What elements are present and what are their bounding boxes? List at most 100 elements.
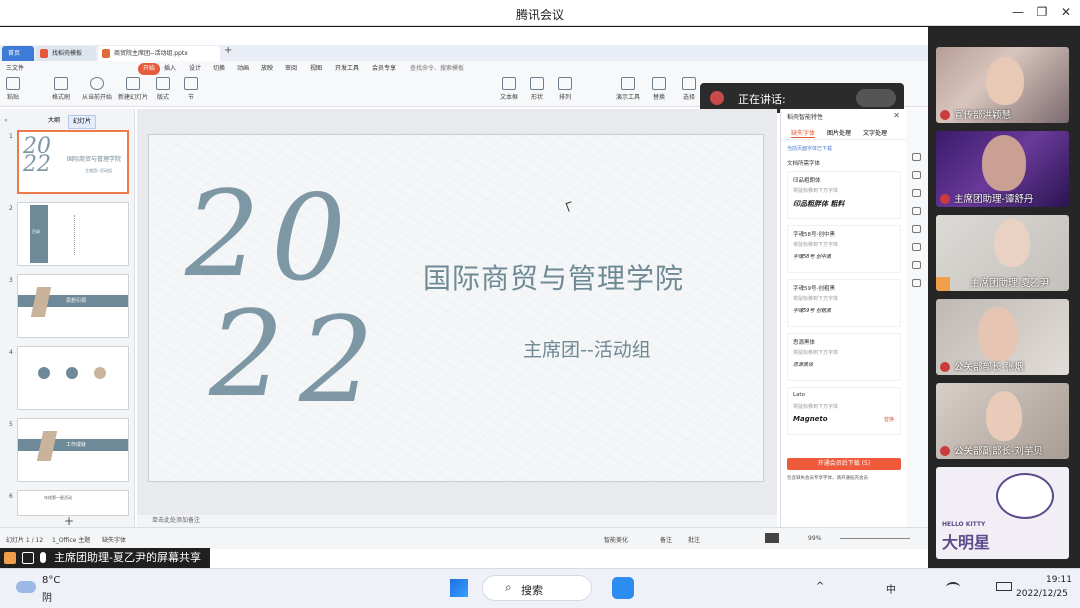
tab-text-processing[interactable]: 文字处理	[863, 128, 887, 137]
arrange-button[interactable]: 排列	[558, 77, 572, 101]
slide-thumb-1[interactable]: 20 22 国际商贸与管理学院 主席团--活动组	[17, 130, 129, 194]
missing-font-status[interactable]: 缺失字体	[102, 535, 126, 544]
font-card[interactable]: Lato 将鼠标移到下方字体 Magneto 替换	[787, 387, 901, 435]
search-command[interactable]: 查找命令、搜索模板	[410, 63, 464, 75]
wifi-icon[interactable]	[946, 582, 960, 592]
replace-font-link[interactable]: 替换	[884, 416, 894, 423]
textbox-button[interactable]: 文本框	[500, 77, 518, 101]
tool-icon[interactable]	[912, 189, 921, 197]
font-hint: 将鼠标移到下方字体	[793, 296, 839, 302]
new-slide-button[interactable]: 新建幻灯片	[118, 77, 148, 101]
menu-insert[interactable]: 插入	[164, 63, 176, 75]
tab-outline[interactable]: 大纲	[48, 115, 60, 127]
add-slide-icon[interactable]: +	[64, 514, 74, 528]
font-card[interactable]: 印品粗朗体 将鼠标移到下方字体 印品粗胖体 粗料	[787, 171, 901, 219]
tool-icon[interactable]	[912, 171, 921, 179]
taskbar-search[interactable]: ⌕ 搜索	[482, 575, 592, 601]
clock-time[interactable]: 19:11	[1046, 575, 1072, 585]
layout-button[interactable]: 版式	[156, 77, 170, 101]
slide-thumb-3[interactable]: 思想引领	[17, 274, 129, 338]
menu-review[interactable]: 审阅	[285, 63, 297, 75]
select-button[interactable]: 选择	[682, 77, 696, 101]
shape-button[interactable]: 形状	[530, 77, 544, 101]
weather-temp[interactable]: 8°C	[42, 575, 60, 586]
tab-slides[interactable]: 幻灯片	[68, 115, 97, 129]
clock-date[interactable]: 2022/12/25	[1016, 589, 1068, 599]
collapse-panel-icon[interactable]: «	[4, 115, 8, 127]
avatar-icon	[936, 277, 950, 291]
tab-home[interactable]: 首页	[2, 46, 34, 61]
current-slide[interactable]: 2 0 2 2 国际商贸与管理学院 主席团--活动组	[148, 134, 764, 482]
menu-developer[interactable]: 开发工具	[335, 63, 359, 75]
thumb-subtitle: 主席团--活动组	[85, 168, 112, 173]
tab-document[interactable]: 商贸院主席团--活动组.pptx	[98, 46, 220, 61]
participant-tile[interactable]: 公关部部长-张烟	[936, 299, 1069, 375]
slide-thumb-5[interactable]: 工作成就	[17, 418, 129, 482]
restore-icon[interactable]: ❐	[1032, 3, 1052, 21]
speaker-mic-icon	[710, 91, 724, 105]
tool-icon[interactable]	[912, 279, 921, 287]
slide-thumb-4[interactable]	[17, 346, 129, 410]
panel-notice[interactable]: 当前页面字体已下载	[787, 145, 832, 152]
play-icon	[90, 77, 104, 90]
participant-tile[interactable]: 公关部副部长-刘芋贝	[936, 383, 1069, 459]
menu-view[interactable]: 视图	[310, 63, 322, 75]
menu-animation[interactable]: 动画	[237, 63, 249, 75]
chevron-up-icon[interactable]: ^	[816, 581, 824, 592]
screen-share-banner: 主席团助理-夏乙尹的屏幕共享	[0, 548, 210, 568]
minimize-icon[interactable]: —	[1008, 3, 1028, 21]
notes-area[interactable]: 单击此处添加备注	[137, 515, 777, 527]
menu-slideshow[interactable]: 放映	[261, 63, 273, 75]
tencent-meeting-app: 腾讯会议 — ❐ ✕ 首页 找稻壳模板 商贸院主席团--活动组.pptx + 三…	[0, 0, 1080, 608]
play-from-current-button[interactable]: 从当前开始	[82, 77, 112, 101]
paste-button[interactable]: 粘贴	[6, 77, 20, 101]
tool-icon[interactable]	[912, 261, 921, 269]
font-hint: 将鼠标移到下方字体	[793, 350, 839, 356]
battery-icon[interactable]	[996, 582, 1012, 591]
menu-member[interactable]: 会员专享	[372, 63, 396, 75]
select-icon	[682, 77, 696, 90]
slide-thumb-6[interactable]: 年终第一星活动	[17, 490, 129, 516]
tab-missing-font[interactable]: 缺失字体	[791, 128, 816, 138]
download-fonts-button[interactable]: 开通会员后下载 (5)	[787, 458, 901, 470]
windows-start-icon[interactable]	[450, 579, 468, 597]
menu-transition[interactable]: 切换	[213, 63, 225, 75]
wps-tab-bar: 首页 找稻壳模板 商贸院主席团--活动组.pptx +	[0, 45, 928, 61]
new-tab-icon[interactable]: +	[224, 45, 232, 56]
font-card[interactable]: 字魂58号-创中黑 将鼠标移到下方字体 字魂58号 创中黑	[787, 225, 901, 273]
tool-icon[interactable]	[912, 243, 921, 251]
menu-file[interactable]: 三文件	[6, 63, 24, 75]
close-panel-icon[interactable]: ✕	[893, 111, 900, 120]
tencent-meeting-icon[interactable]	[612, 577, 634, 599]
font-name: 思源黑体	[793, 340, 816, 346]
collapse-icon[interactable]	[856, 89, 896, 107]
participant-tile[interactable]: 主席团助理-谭舒丹	[936, 131, 1069, 207]
zoom-slider[interactable]	[840, 538, 910, 539]
menu-design[interactable]: 设计	[189, 63, 201, 75]
tab-docer[interactable]: 找稻壳模板	[36, 46, 96, 61]
participant-tile[interactable]: 主席团助理-夏乙尹	[936, 215, 1069, 291]
format-painter-button[interactable]: 格式刷	[52, 77, 70, 101]
textbox-icon	[502, 77, 516, 90]
font-card[interactable]: 字魂59号-创粗黑 将鼠标移到下方字体 字魂59号 创粗黑	[787, 279, 901, 327]
font-preview: 字魂59号 创粗黑	[793, 308, 831, 314]
comment-button[interactable]: 批注	[688, 535, 700, 544]
play-slideshow-icon[interactable]	[765, 533, 779, 543]
tool-icon[interactable]	[912, 153, 921, 161]
menu-home[interactable]: 开始	[138, 63, 161, 75]
ime-indicator[interactable]: 中	[886, 581, 896, 596]
tool-icon[interactable]	[912, 207, 921, 215]
tab-image-processing[interactable]: 图片处理	[827, 128, 851, 137]
participant-tile[interactable]: 宣传部洪颖慧	[936, 47, 1069, 123]
slide-counter: 幻灯片 1 / 12	[6, 537, 44, 544]
font-card[interactable]: 思源黑体 将鼠标移到下方字体 思源黑体	[787, 333, 901, 381]
slide-thumb-2[interactable]: 目录	[17, 202, 129, 266]
brand-kitty-text: HELLO KITTY	[942, 521, 986, 528]
replace-button[interactable]: 替换	[652, 77, 666, 101]
section-button[interactable]: 节	[184, 77, 198, 101]
remarks-button[interactable]: 备注	[660, 535, 672, 544]
beautify-button[interactable]: 智能美化	[604, 535, 628, 544]
close-icon[interactable]: ✕	[1056, 3, 1076, 21]
tool-icon[interactable]	[912, 225, 921, 233]
presentation-tools-button[interactable]: 演示工具	[616, 77, 640, 101]
